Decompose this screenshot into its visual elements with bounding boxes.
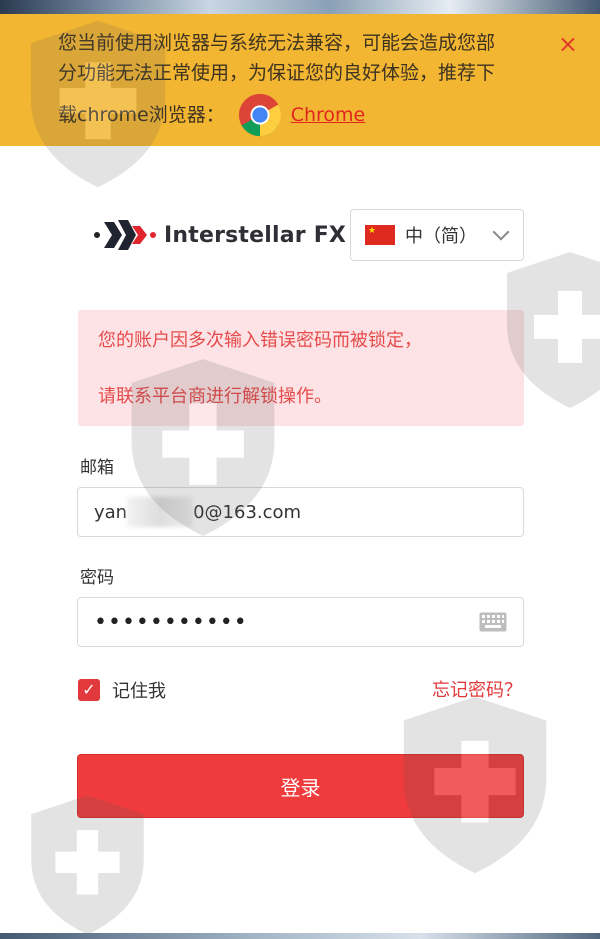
email-value-prefix: yan	[94, 501, 128, 523]
background-top-strip	[0, 0, 600, 14]
banner-message-line2: 分功能无法正常使用，为保证您的良好体验，推荐下	[58, 62, 496, 84]
remember-me-checkbox[interactable]: ✓ 记住我	[78, 677, 166, 703]
forgot-password-link[interactable]: 忘记密码？	[432, 676, 522, 702]
chrome-download-link[interactable]: Chrome	[291, 100, 366, 130]
chevron-down-icon	[492, 223, 510, 241]
banner-message-line1: 您当前使用浏览器与系统无法兼容，可能会造成您部	[58, 32, 496, 54]
language-label: 中（简）	[405, 226, 477, 247]
chrome-logo-icon[interactable]	[237, 92, 283, 138]
background-bottom-strip	[0, 933, 600, 939]
checkmark-icon: ✓	[78, 679, 100, 701]
language-select[interactable]: ★ 中（简）	[350, 209, 524, 261]
login-button-label: 登录	[280, 775, 321, 800]
error-line1: 您的账户因多次输入错误密码而被锁定，	[98, 330, 422, 351]
china-flag-icon: ★	[365, 225, 395, 245]
email-field[interactable]: yan 0@163.com	[77, 487, 524, 537]
email-label: 邮箱	[80, 458, 114, 478]
remember-me-label: 记住我	[112, 681, 166, 702]
brand-logo: Interstellar FX	[92, 210, 346, 260]
password-value: •••••••••••	[94, 609, 248, 635]
password-field[interactable]: •••••••••••	[77, 597, 524, 647]
email-value-suffix: 0@163.com	[193, 501, 302, 523]
close-icon[interactable]: ×	[558, 32, 578, 56]
interstellar-logo-icon	[94, 220, 156, 250]
banner-message-line3-text: 载chrome浏览器：	[58, 104, 225, 126]
login-button[interactable]: 登录	[77, 754, 524, 818]
brand-name: Interstellar FX	[164, 222, 347, 248]
email-redacted-blur	[127, 497, 194, 527]
keyboard-icon[interactable]	[479, 612, 507, 632]
banner-message-line3: 载chrome浏览器： Chrome	[58, 92, 540, 138]
browser-warning-banner: 您当前使用浏览器与系统无法兼容，可能会造成您部 分功能无法正常使用，为保证您的良…	[0, 14, 600, 146]
password-label: 密码	[80, 568, 114, 588]
error-line2: 请联系平台商进行解锁操作。	[98, 386, 332, 407]
account-locked-alert: 您的账户因多次输入错误密码而被锁定， 请联系平台商进行解锁操作。	[78, 310, 524, 426]
